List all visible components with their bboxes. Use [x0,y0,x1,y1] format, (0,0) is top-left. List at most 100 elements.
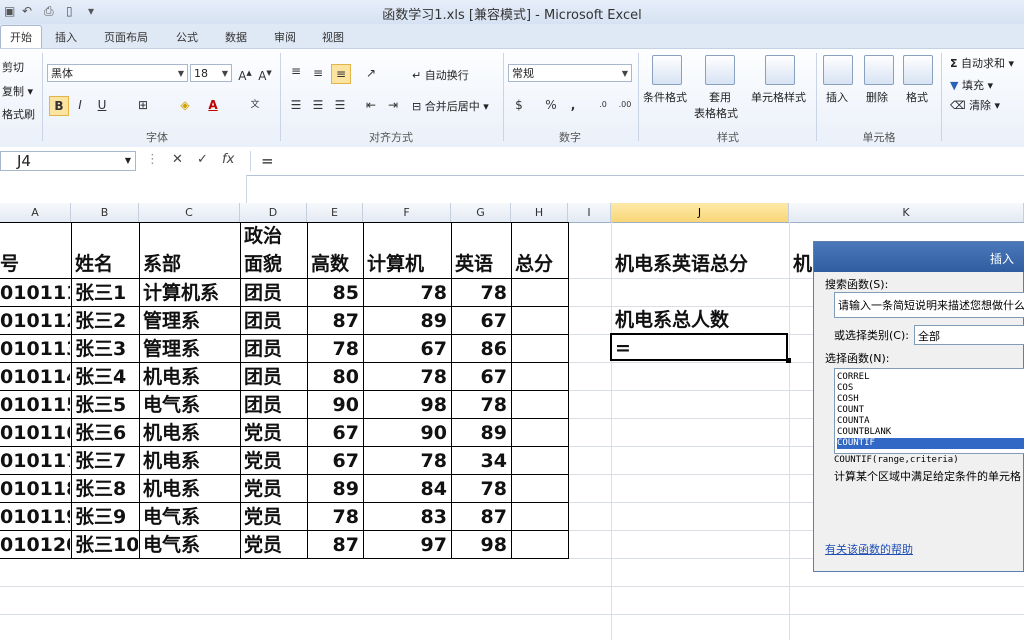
cell-dept[interactable]: 机电系 [143,419,239,447]
header-cell-computer[interactable]: 计算机 [367,250,450,278]
align-bottom-icon[interactable]: ≡ [331,64,351,84]
function-list-item[interactable]: COUNTA [837,416,1024,427]
cell-k2[interactable]: 机 [793,250,813,278]
decrease-decimal-icon[interactable]: .00 [616,96,634,114]
cell-math[interactable]: 78 [307,503,363,531]
cell-j4-label[interactable]: 机电系总人数 [615,306,788,334]
column-header-d[interactable]: D [240,203,307,222]
cell-id[interactable]: 010120 [0,531,70,559]
cell-english[interactable]: 67 [451,307,511,335]
align-right-icon[interactable]: ☰ [331,96,349,114]
cell-name[interactable]: 张三8 [75,475,138,503]
increase-indent-icon[interactable]: ⇥ [384,96,402,114]
tab-insert[interactable]: 插入 [55,29,77,45]
cell-name[interactable]: 张三9 [75,503,138,531]
cell-political[interactable]: 团员 [244,279,306,307]
header-cell-total[interactable]: 总分 [515,250,567,278]
tab-view[interactable]: 视图 [322,29,344,45]
copy-button[interactable]: 复制 ▾ [2,83,33,99]
cell-english[interactable]: 78 [451,475,511,503]
column-header-b[interactable]: B [71,203,139,222]
cell-political[interactable]: 团员 [244,363,306,391]
function-help-link[interactable]: 有关该函数的帮助 [825,541,913,557]
column-header-k[interactable]: K [789,203,1024,222]
cell-math[interactable]: 80 [307,363,363,391]
cell-name[interactable]: 张三7 [75,447,138,475]
insert-function-icon[interactable]: fx [222,152,234,167]
cell-computer[interactable]: 78 [363,363,451,391]
cell-english[interactable]: 78 [451,279,511,307]
fill-button[interactable]: ▼ 填充 ▾ [950,77,993,93]
cell-english[interactable]: 67 [451,363,511,391]
cell-name[interactable]: 张三10 [75,531,138,559]
function-list-item-selected[interactable]: COUNTIF [837,438,1024,449]
cell-name[interactable]: 张三2 [75,307,138,335]
cell-computer[interactable]: 89 [363,307,451,335]
name-box[interactable]: J4 ▼ [0,151,136,171]
cell-styles-icon[interactable] [765,55,795,85]
enter-icon[interactable]: ✓ [197,152,208,167]
header-cell-political-1[interactable]: 政治 [244,222,306,250]
cell-dept[interactable]: 管理系 [143,307,239,335]
cell-dept[interactable]: 电气系 [143,503,239,531]
font-name-combo[interactable]: 黑体 ▼ [47,64,188,82]
currency-icon[interactable]: $ [510,96,528,114]
cell-political[interactable]: 团员 [244,307,306,335]
cell-political[interactable]: 团员 [244,335,306,363]
cell-id[interactable]: 010118 [0,475,70,503]
cell-math[interactable]: 90 [307,391,363,419]
cell-dept[interactable]: 电气系 [143,391,239,419]
cell-dept[interactable]: 电气系 [143,531,239,559]
table-format-button-1[interactable]: 套用 [709,89,731,105]
cell-dept[interactable]: 计算机系 [143,279,239,307]
cell-computer[interactable]: 83 [363,503,451,531]
format-cells-button[interactable]: 格式 [906,89,928,105]
comma-button[interactable]: , [564,96,582,114]
fill-handle[interactable] [786,358,791,363]
tab-review[interactable]: 审阅 [274,29,296,45]
border-icon[interactable]: ⊞ [134,96,152,114]
orientation-icon[interactable]: ↗ [362,64,380,82]
column-header-j[interactable]: J [611,203,789,222]
column-header-i[interactable]: I [568,203,611,222]
function-list-item[interactable]: CORREL [837,372,1024,383]
cell-political[interactable]: 党员 [244,447,306,475]
category-select[interactable]: 全部 [914,325,1024,345]
cell-math[interactable]: 67 [307,447,363,475]
column-header-c[interactable]: C [139,203,240,222]
column-header-e[interactable]: E [307,203,363,222]
tab-home[interactable]: 开始 [0,25,42,49]
cell-dept[interactable]: 机电系 [143,475,239,503]
cell-english[interactable]: 98 [451,531,511,559]
function-list-item[interactable]: COS [837,383,1024,394]
search-function-input[interactable]: 请输入一条简短说明来描述您想做什么 [834,292,1024,318]
column-header-h[interactable]: H [511,203,568,222]
cell-computer[interactable]: 84 [363,475,451,503]
header-cell-id[interactable]: 号 [0,250,70,278]
format-painter-button[interactable]: 格式刷 [2,106,35,122]
tab-page-layout[interactable]: 页面布局 [104,29,148,45]
cell-id[interactable]: 010116 [0,419,70,447]
cell-name[interactable]: 张三1 [75,279,138,307]
cell-math[interactable]: 67 [307,419,363,447]
cell-math[interactable]: 85 [307,279,363,307]
function-list-item[interactable]: COSH [837,394,1024,405]
cell-name[interactable]: 张三4 [75,363,138,391]
cell-computer[interactable]: 67 [363,335,451,363]
function-list-item[interactable]: COUNTBLANK [837,427,1024,438]
cell-id[interactable]: 010119 [0,503,70,531]
cell-dept[interactable]: 机电系 [143,363,239,391]
cell-english[interactable]: 89 [451,419,511,447]
table-format-icon[interactable] [705,55,735,85]
function-list-item[interactable]: COUNT [837,405,1024,416]
cell-name[interactable]: 张三3 [75,335,138,363]
delete-cells-icon[interactable] [864,55,894,85]
cell-political[interactable]: 党员 [244,475,306,503]
table-format-button-2[interactable]: 表格格式 [694,105,738,121]
cell-dept[interactable]: 管理系 [143,335,239,363]
formula-input[interactable]: = [250,151,1024,171]
delete-cells-button[interactable]: 删除 [866,89,888,105]
decrease-indent-icon[interactable]: ⇤ [362,96,380,114]
cell-name[interactable]: 张三6 [75,419,138,447]
insert-cells-button[interactable]: 插入 [826,89,848,105]
